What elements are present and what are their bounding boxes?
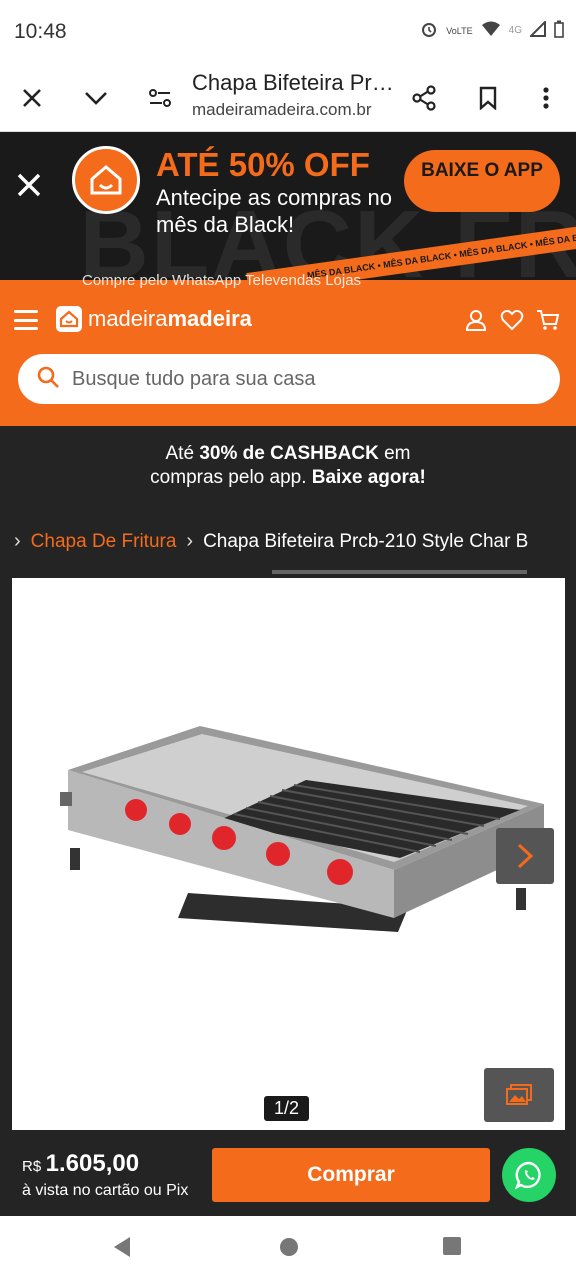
site-header: Compre pelo WhatsApp Televendas Lojas ma… <box>0 272 576 426</box>
cashback-banner[interactable]: Até 30% de CASHBACK em compras pelo app.… <box>0 426 576 574</box>
promo-banner[interactable]: BLACK FR ATÉ 50% OFF Antecipe as compras… <box>0 132 576 280</box>
wifi-icon <box>481 21 501 40</box>
search-input[interactable] <box>72 367 532 391</box>
back-icon[interactable] <box>112 1236 132 1263</box>
breadcrumb: › Chapa De Fritura › Chapa Bifeteira Prc… <box>14 530 528 553</box>
bookmark-icon[interactable] <box>470 80 506 116</box>
alarm-icon <box>420 20 438 41</box>
product-image <box>60 726 544 932</box>
network-label: 4G <box>508 25 522 36</box>
chevron-right-icon: › <box>14 530 21 552</box>
share-icon[interactable] <box>406 80 442 116</box>
header-contact-links: Compre pelo WhatsApp Televendas Lojas <box>82 272 362 289</box>
image-gallery-icon <box>506 1084 532 1105</box>
chevron-right-icon <box>517 843 534 869</box>
price: R$ 1.605,00 <box>22 1150 139 1178</box>
whatsapp-icon <box>514 1161 541 1190</box>
close-icon[interactable] <box>16 168 42 207</box>
download-app-button[interactable]: BAIXE O APP <box>404 150 560 212</box>
brand-house-icon <box>56 306 82 332</box>
status-bar: 10:48 VoLTE 4G <box>0 0 576 66</box>
status-icons: VoLTE 4G <box>420 19 564 41</box>
price-currency: R$ <box>22 1158 42 1175</box>
promo-subtext: Antecipe as compras no mês da Black! <box>156 185 393 237</box>
price-note: à vista no cartão ou Pix <box>22 1182 189 1199</box>
product-image-card[interactable]: 1/2 <box>12 578 565 1130</box>
chevron-right-icon: › <box>186 530 194 552</box>
image-page-indicator: 1/2 <box>264 1096 310 1121</box>
home-icon[interactable] <box>278 1236 300 1263</box>
promo-headline: ATÉ 50% OFF <box>156 146 370 183</box>
browser-toolbar: Chapa Bifeteira Prcb-210 Style Char B ma… <box>0 66 576 132</box>
status-time: 10:48 <box>14 20 67 43</box>
user-icon[interactable] <box>464 308 488 337</box>
buy-bar: R$ 1.605,00 à vista no cartão ou Pix Com… <box>0 1134 576 1216</box>
chevron-down-icon[interactable] <box>78 80 114 116</box>
brand-logo[interactable]: madeiramadeira <box>56 306 252 332</box>
search-icon[interactable] <box>36 365 60 394</box>
more-icon[interactable] <box>528 80 564 116</box>
whatsapp-button[interactable] <box>502 1148 556 1202</box>
page-url[interactable]: madeiramadeira.com.br <box>192 100 372 120</box>
menu-icon[interactable] <box>14 310 38 330</box>
breadcrumb-link[interactable]: Chapa De Fritura <box>31 531 177 553</box>
brand-text-bold: madeira <box>167 306 252 331</box>
recents-icon[interactable] <box>442 1236 462 1261</box>
close-icon[interactable] <box>14 80 50 116</box>
page-title[interactable]: Chapa Bifeteira Prcb-210 Style Char B <box>192 70 397 96</box>
gallery-button[interactable] <box>484 1068 554 1122</box>
price-value: 1.605,00 <box>45 1150 140 1177</box>
app-logo-icon <box>72 146 140 214</box>
volte-label: VoLTE <box>446 25 473 36</box>
site-settings-icon[interactable] <box>142 80 178 116</box>
cashback-text: Até 30% de CASHBACK em compras pelo app.… <box>150 443 426 488</box>
system-nav-bar <box>0 1216 576 1280</box>
breadcrumb-current: Chapa Bifeteira Prcb-210 Style Char B <box>203 530 529 552</box>
brand-text-light: madeira <box>88 306 168 331</box>
signal-icon <box>528 19 546 40</box>
buy-button[interactable]: Comprar <box>212 1148 490 1202</box>
product-gallery: 1/2 <box>0 574 576 1134</box>
search-bar[interactable] <box>18 354 560 404</box>
cart-icon[interactable] <box>536 308 560 337</box>
battery-icon <box>554 20 564 41</box>
heart-icon[interactable] <box>500 308 524 337</box>
next-image-button[interactable] <box>496 828 554 884</box>
